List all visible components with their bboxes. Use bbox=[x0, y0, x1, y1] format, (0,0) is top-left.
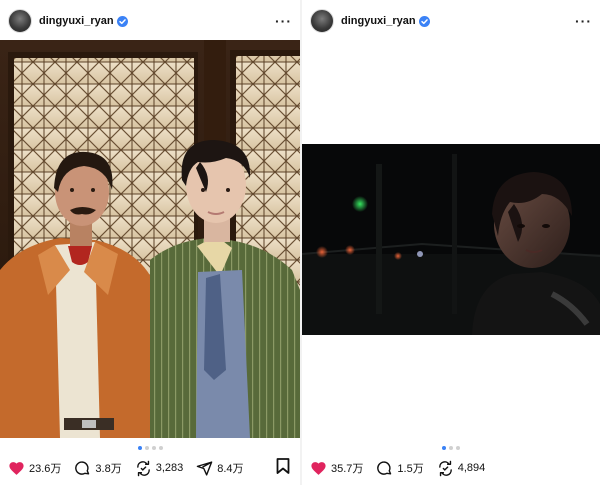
repost-button[interactable]: 3,283 bbox=[135, 460, 184, 477]
heart-icon bbox=[311, 461, 326, 475]
username[interactable]: dingyuxi_ryan bbox=[39, 15, 114, 27]
repost-count: 3,283 bbox=[155, 462, 184, 474]
carousel-dot bbox=[144, 446, 149, 450]
post-header: dingyuxi_ryan ··· bbox=[8, 8, 292, 34]
like-button[interactable]: 23.6万 bbox=[8, 460, 61, 477]
carousel-indicator bbox=[302, 446, 600, 450]
post-card-1: dingyuxi_ryan ··· 23.6万 3.8万 3,283 8.4万 bbox=[0, 0, 300, 485]
carousel-dot bbox=[456, 446, 460, 450]
verified-badge-icon bbox=[116, 15, 128, 27]
repost-count: 4,894 bbox=[457, 462, 486, 474]
post-header: dingyuxi_ryan ··· bbox=[310, 8, 592, 34]
comment-button[interactable]: 1.5万 bbox=[376, 460, 424, 477]
photo-scene bbox=[0, 40, 300, 438]
post-image[interactable] bbox=[0, 40, 300, 438]
username[interactable]: dingyuxi_ryan bbox=[341, 15, 416, 27]
carousel-dot bbox=[158, 446, 163, 450]
like-button[interactable]: 35.7万 bbox=[310, 460, 363, 477]
carousel-dot bbox=[442, 446, 446, 450]
post-image[interactable] bbox=[302, 144, 600, 335]
avatar[interactable] bbox=[310, 9, 334, 33]
comment-button[interactable]: 3.8万 bbox=[74, 460, 122, 477]
photo-scene bbox=[302, 144, 600, 335]
carousel-dot bbox=[137, 446, 142, 450]
comment-icon bbox=[75, 460, 90, 475]
carousel-indicator bbox=[0, 446, 300, 450]
more-icon[interactable]: ··· bbox=[575, 13, 592, 29]
repost-button[interactable]: 4,894 bbox=[437, 460, 486, 477]
save-button[interactable] bbox=[276, 457, 290, 479]
verified-badge-icon bbox=[418, 15, 430, 27]
post-actions: 23.6万 3.8万 3,283 8.4万 bbox=[8, 457, 290, 479]
repost-icon bbox=[136, 460, 150, 476]
heart-icon bbox=[9, 461, 24, 475]
post-card-2: dingyuxi_ryan ··· 35.7万 1.5万 4,894 bbox=[302, 0, 600, 485]
more-icon[interactable]: ··· bbox=[275, 13, 292, 29]
bookmark-icon bbox=[276, 457, 290, 474]
post-actions: 35.7万 1.5万 4,894 bbox=[310, 458, 590, 478]
share-button[interactable]: 8.4万 bbox=[196, 460, 244, 477]
repost-icon bbox=[438, 460, 452, 476]
like-count: 35.7万 bbox=[331, 463, 364, 475]
share-count: 8.4万 bbox=[217, 463, 244, 475]
comment-icon bbox=[377, 460, 392, 475]
carousel-dot bbox=[449, 446, 453, 450]
comment-count: 1.5万 bbox=[397, 463, 424, 475]
like-count: 23.6万 bbox=[29, 463, 62, 475]
comment-count: 3.8万 bbox=[95, 463, 122, 475]
avatar[interactable] bbox=[8, 9, 32, 33]
share-icon bbox=[196, 460, 213, 476]
carousel-dot bbox=[151, 446, 156, 450]
